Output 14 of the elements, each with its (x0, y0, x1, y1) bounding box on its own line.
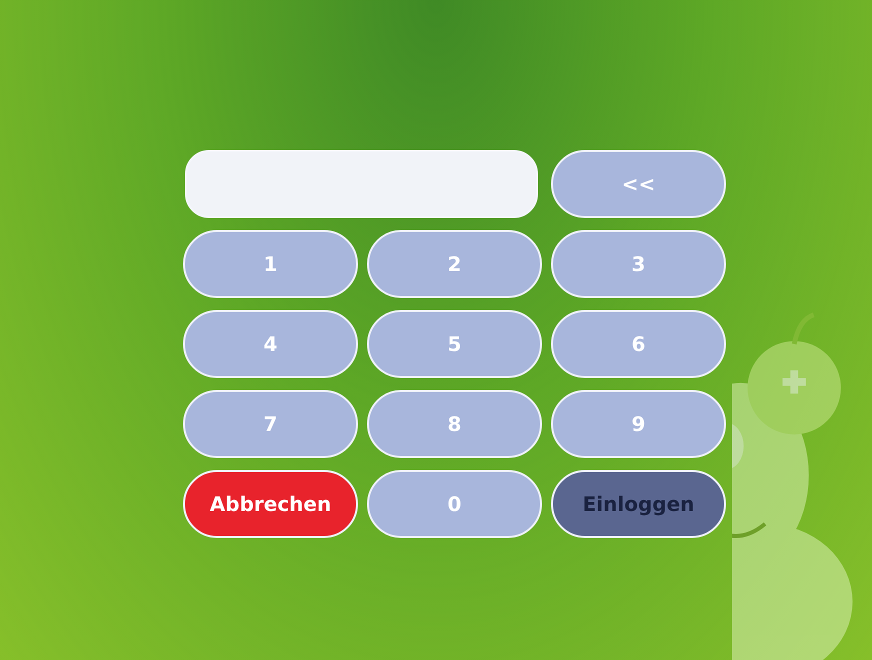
digit-button[interactable]: 3 (551, 230, 726, 298)
backspace-button[interactable]: << (551, 150, 726, 218)
digit-button[interactable]: 9 (551, 390, 726, 458)
digit-button[interactable]: 0 (367, 470, 542, 538)
digit-button[interactable]: 1 (183, 230, 358, 298)
digit-button[interactable]: 8 (367, 390, 542, 458)
login-button[interactable]: Einloggen (551, 470, 726, 538)
pin-field[interactable] (185, 150, 538, 218)
cancel-button[interactable]: Abbrechen (183, 470, 358, 538)
digit-button[interactable]: 4 (183, 310, 358, 378)
digit-button[interactable]: 6 (551, 310, 726, 378)
digit-button[interactable]: 2 (367, 230, 542, 298)
digit-button[interactable]: 7 (183, 390, 358, 458)
digit-button[interactable]: 5 (367, 310, 542, 378)
